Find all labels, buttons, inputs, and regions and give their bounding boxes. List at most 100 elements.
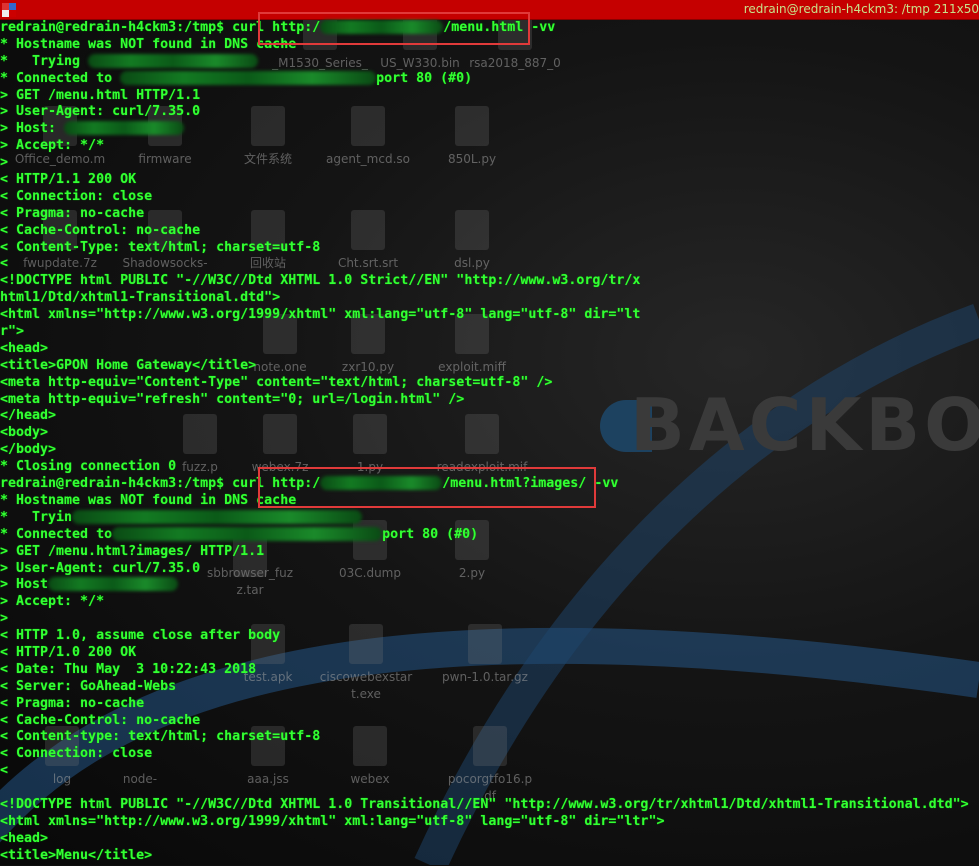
terminal-line: > User-Agent: curl/7.35.0 (0, 561, 979, 578)
terminal-text: * Tryin (0, 509, 73, 525)
terminal-text: port 80 (#0) (382, 526, 479, 542)
terminal-line: < Cache-Control: no-cache (0, 713, 979, 730)
terminal-text: * Hostname was NOT found in DNS cache (0, 492, 297, 508)
terminal-line: > Host (0, 577, 979, 594)
terminal-line: <title>Menu</title> (0, 848, 979, 865)
terminal-text: port 80 (#0) (376, 70, 473, 86)
terminal-text: * Connected to (0, 526, 113, 542)
terminal-text: < Content-type: text/html; charset=utf-8 (0, 729, 321, 745)
terminal-line: < HTTP/1.1 200 OK (0, 172, 979, 189)
terminal-line: < HTTP/1.0 200 OK (0, 645, 979, 662)
terminal-text: < Pragma: no-cache (0, 205, 145, 221)
highlight-box-first-url (258, 12, 530, 45)
terminal-text: * Hostname was NOT found in DNS cache (0, 36, 297, 52)
terminal-text: > (0, 611, 9, 627)
terminal-line: < (0, 763, 979, 780)
terminal-text: > Host (0, 577, 49, 593)
redacted-host (72, 509, 363, 524)
terminal-text: > Accept: */* (0, 594, 105, 610)
terminal-text: <!DOCTYPE html PUBLIC "-//W3C//Dtd XHTML… (0, 796, 969, 812)
terminal-line: < HTTP 1.0, assume close after body (0, 628, 979, 645)
redacted-host (120, 70, 377, 85)
terminal-text: < HTTP/1.1 200 OK (0, 172, 137, 188)
terminal-line: > (0, 155, 979, 172)
terminal-text: < Server: GoAhead-Webs (0, 678, 177, 694)
terminal-line: < Server: GoAhead-Webs (0, 679, 979, 696)
terminal-text: < (0, 763, 9, 779)
terminal-text: > Accept: */* (0, 138, 105, 154)
terminal-text: <html xmlns="http://www.w3.org/1999/xhtm… (0, 307, 641, 323)
terminal-text: < HTTP/1.0 200 OK (0, 644, 137, 660)
terminal-line: < Cache-Control: no-cache (0, 223, 979, 240)
terminal-text: > Host: (0, 121, 65, 137)
terminal-line: < Connection: close (0, 189, 979, 206)
terminal-line: <body> (0, 425, 979, 442)
terminal-text: * Trying (0, 53, 89, 69)
terminal-line: < Connection: close (0, 746, 979, 763)
terminal-text: </body> (0, 442, 57, 458)
terminal-text: < HTTP 1.0, assume close after body (0, 628, 281, 644)
terminal-line: > User-Agent: curl/7.35.0 (0, 104, 979, 121)
terminal-text: <body> (0, 425, 49, 441)
terminal-text: * Connected to (0, 70, 121, 86)
terminal-line: <!DOCTYPE html PUBLIC "-//W3C//Dtd XHTML… (0, 797, 979, 814)
terminal-line: <meta http-equiv="refresh" content="0; u… (0, 392, 979, 409)
terminal-line: < Date: Thu May 3 10:22:43 2018 (0, 662, 979, 679)
terminal-line: > Accept: */* (0, 138, 979, 155)
terminal-text: <meta http-equiv="Content-Type" content=… (0, 374, 553, 390)
terminal-text: > User-Agent: curl/7.35.0 (0, 560, 201, 576)
terminal-text: <!DOCTYPE html PUBLIC "-//W3C//Dtd XHTML… (0, 273, 641, 289)
terminal-text: > GET /menu.html HTTP/1.1 (0, 87, 201, 103)
terminal-line: <html xmlns="http://www.w3.org/1999/xhtm… (0, 307, 979, 324)
terminal-text: <head> (0, 340, 49, 356)
terminal-line: * Tryin (0, 509, 979, 527)
redacted-host (88, 53, 259, 68)
redacted-host (48, 577, 179, 592)
terminal-line: r"> (0, 324, 979, 341)
terminal-line: </body> (0, 442, 979, 459)
terminal-line: * Connected to port 80 (#0) (0, 526, 979, 544)
terminal-app-icon[interactable] (2, 3, 16, 17)
highlight-box-second-url (258, 467, 596, 508)
terminal-line: <title>GPON Home Gateway</title> (0, 358, 979, 375)
terminal-line: </head> (0, 408, 979, 425)
terminal-line: html1/Dtd/xhtml1-Transitional.dtd"> (0, 290, 979, 307)
terminal-line: * Trying (0, 53, 979, 71)
terminal-line: < Content-Type: text/html; charset=utf-8 (0, 240, 979, 257)
terminal-line: <html xmlns="http://www.w3.org/1999/xhtm… (0, 814, 979, 831)
terminal-line: > GET /menu.html?images/ HTTP/1.1 (0, 544, 979, 561)
terminal-text: <title>Menu</title> (0, 847, 153, 863)
terminal-text: < Connection: close (0, 746, 153, 762)
terminal-text: < Cache-Control: no-cache (0, 222, 201, 238)
terminal-text: <html xmlns="http://www.w3.org/1999/xhtm… (0, 813, 665, 829)
terminal-text: < Pragma: no-cache (0, 695, 145, 711)
redacted-host (64, 121, 185, 136)
terminal-line: <head> (0, 831, 979, 848)
terminal-text: * Closing connection 0 (0, 459, 177, 475)
terminal-text: < Date: Thu May 3 10:22:43 2018 (0, 661, 257, 677)
terminal-text: < Content-Type: text/html; charset=utf-8 (0, 239, 321, 255)
terminal-text: <meta http-equiv="refresh" content="0; u… (0, 391, 465, 407)
terminal-text: < (0, 256, 9, 272)
terminal-text: <head> (0, 830, 49, 846)
terminal-line: > Host: (0, 121, 979, 138)
terminal-text: </head> (0, 408, 57, 424)
terminal-text: <title>GPON Home Gateway</title> (0, 357, 257, 373)
terminal-line: > (0, 611, 979, 628)
terminal-line: > Accept: */* (0, 594, 979, 611)
terminal-text: > (0, 155, 9, 171)
terminal-text: > User-Agent: curl/7.35.0 (0, 104, 201, 120)
terminal-text: html1/Dtd/xhtml1-Transitional.dtd"> (0, 290, 281, 306)
terminal-line: < Content-type: text/html; charset=utf-8 (0, 729, 979, 746)
terminal-line: * Connected to port 80 (#0) (0, 70, 979, 88)
terminal-line: < Pragma: no-cache (0, 696, 979, 713)
terminal-line: <head> (0, 341, 979, 358)
window-title: redrain@redrain-h4ckm3: /tmp 211x50 (743, 2, 979, 16)
terminal-line: < (0, 256, 979, 273)
terminal-line: <!DOCTYPE html PUBLIC "-//W3C//Dtd XHTML… (0, 273, 979, 290)
terminal-output[interactable]: redrain@redrain-h4ckm3:/tmp$ curl http:/… (0, 20, 979, 865)
terminal-line: <meta http-equiv="Content-Type" content=… (0, 375, 979, 392)
terminal-line: > GET /menu.html HTTP/1.1 (0, 88, 979, 105)
terminal-text: > GET /menu.html?images/ HTTP/1.1 (0, 543, 265, 559)
